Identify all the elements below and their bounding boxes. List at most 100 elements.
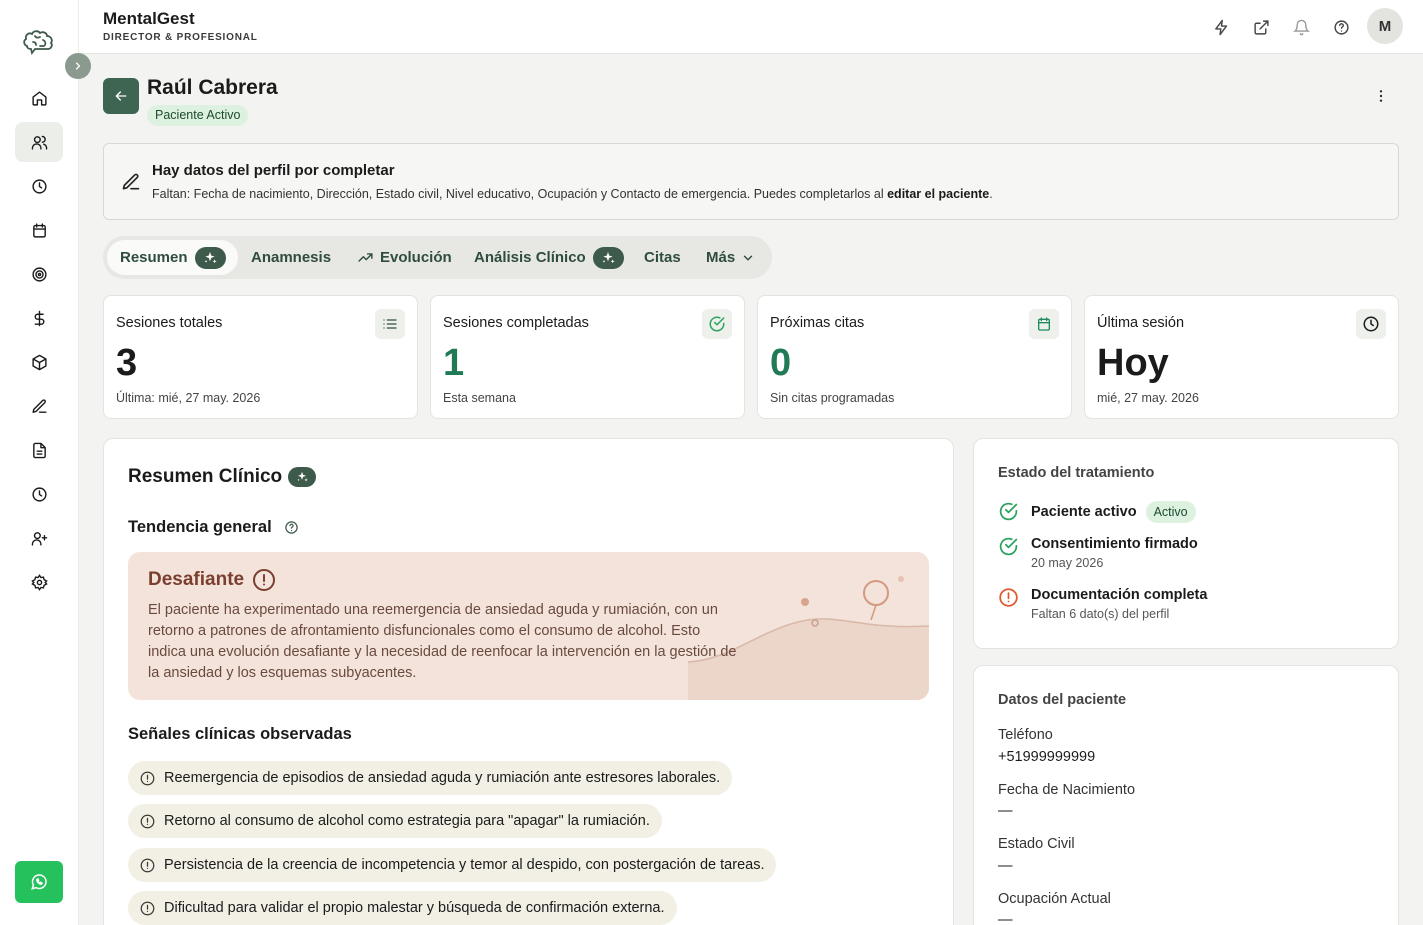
notifications-button[interactable] (1289, 15, 1313, 39)
patient-tabs: Resumen Anamnesis Evolución Análisis Clí… (103, 236, 772, 279)
ai-sparkle-icon (288, 467, 317, 487)
clinical-signal-item: Dificultad para validar el propio malest… (128, 891, 677, 925)
tab-resumen[interactable]: Resumen (107, 240, 238, 275)
profile-incomplete-notice: Hay datos del perfil por completar Falta… (103, 143, 1399, 220)
tab-analisis-clinico[interactable]: Análisis Clínico (474, 240, 624, 275)
chevron-down-icon (743, 255, 753, 261)
app-role: DIRECTOR & PROFESIONAL (103, 32, 258, 43)
tab-label: Resumen (120, 249, 188, 266)
trend-box: Desafiante El paciente ha experimentado … (128, 552, 929, 700)
stat-value: 0 (770, 342, 792, 384)
clinical-signal-item: Reemergencia de episodios de ansiedad ag… (128, 761, 733, 795)
app-name: MentalGest (103, 9, 195, 28)
sidebar-item-calendar[interactable] (15, 210, 63, 250)
whatsapp-button[interactable] (15, 861, 63, 903)
clock-icon (31, 178, 47, 194)
stat-value: Hoy (1097, 342, 1169, 384)
status-badge: Paciente Activo (147, 105, 249, 126)
field-label-phone: Teléfono (998, 727, 1053, 743)
pen-line-icon (122, 173, 140, 190)
more-options-button[interactable] (1369, 84, 1393, 108)
status-label: Documentación completa (1031, 587, 1208, 603)
brain-logo-icon[interactable] (21, 28, 57, 56)
stat-card-last-session: Última sesión Hoy mié, 27 may. 2026 (1084, 295, 1399, 419)
alert-circle-icon (140, 771, 155, 785)
edit-patient-link[interactable]: editar el paciente (887, 187, 989, 201)
trend-title-text: Tendencia general (128, 518, 272, 536)
zap-icon (1214, 19, 1227, 35)
stat-sub: Esta semana (443, 391, 516, 405)
sidebar-item-patients[interactable] (15, 122, 63, 162)
clinical-signal-item: Persistencia de la creencia de incompete… (128, 848, 777, 882)
help-icon[interactable] (284, 520, 299, 535)
sidebar-item-finance[interactable] (15, 298, 63, 338)
field-label-occupation: Ocupación Actual (998, 891, 1111, 907)
trend-label: Desafiante (148, 568, 276, 592)
tab-evolucion[interactable]: Evolución (357, 240, 452, 275)
stat-title: Próximas citas (770, 315, 865, 331)
patient-data-title: Datos del paciente (998, 692, 1127, 708)
users-icon (31, 135, 47, 150)
notice-text-body: Faltan: Fecha de nacimiento, Dirección, … (152, 187, 888, 201)
whatsapp-icon (31, 874, 47, 890)
signals-title: Señales clínicas observadas (128, 725, 352, 743)
open-external-button[interactable] (1249, 15, 1273, 39)
signal-text: Retorno al consumo de alcohol como estra… (164, 813, 650, 829)
pen-icon (31, 398, 47, 413)
check-circle-icon (999, 537, 1018, 556)
sidebar-item-home[interactable] (15, 78, 63, 118)
package-icon (31, 354, 47, 370)
field-label-birthdate: Fecha de Nacimiento (998, 782, 1136, 798)
status-label: Paciente activo (1031, 504, 1137, 520)
field-value-phone: +51999999999 (998, 749, 1096, 765)
sidebar-collapse-button[interactable] (65, 53, 91, 79)
sidebar-item-goals[interactable] (15, 254, 63, 294)
bell-icon (1292, 19, 1310, 35)
target-icon (31, 266, 47, 282)
sidebar-item-sessions[interactable] (15, 166, 63, 206)
tab-anamnesis[interactable]: Anamnesis (251, 240, 331, 275)
list-icon (375, 309, 405, 339)
field-label-civil-status: Estado Civil (998, 836, 1075, 852)
settings-icon (30, 573, 48, 591)
sidebar-item-history[interactable] (15, 474, 63, 514)
notice-text: Faltan: Fecha de nacimiento, Dirección, … (152, 187, 993, 201)
field-value-birthdate: — (998, 803, 1013, 819)
stat-card-upcoming-appointments: Próximas citas 0 Sin citas programadas (757, 295, 1072, 419)
trend-description: El paciente ha experimentado una reemerg… (148, 602, 737, 681)
stat-title: Última sesión (1097, 315, 1185, 331)
help-icon (1333, 19, 1349, 35)
stat-value: 1 (443, 342, 465, 384)
notice-text-end: . (989, 187, 993, 201)
stat-sub: Sin citas programadas (770, 391, 895, 405)
sidebar-item-add-user[interactable] (15, 518, 63, 558)
sidebar-item-inventory[interactable] (15, 342, 63, 382)
notice-title: Hay datos del perfil por completar (152, 162, 395, 179)
document-icon (32, 442, 46, 458)
sidebar-item-documents[interactable] (15, 430, 63, 470)
tab-mas[interactable]: Más (706, 240, 755, 275)
trend-label-text: Desafiante (148, 569, 245, 590)
sidebar-item-notes[interactable] (15, 386, 63, 426)
topbar: MentalGest DIRECTOR & PROFESIONAL M (79, 0, 1423, 54)
user-plus-icon (31, 531, 47, 546)
stat-value: 3 (116, 342, 138, 384)
avatar[interactable]: M (1367, 8, 1403, 44)
arrow-left-icon (115, 91, 127, 101)
status-item-active: Paciente activo Activo (998, 501, 1196, 523)
help-button[interactable] (1329, 15, 1353, 39)
tab-citas[interactable]: Citas (644, 240, 681, 275)
ai-sparkle-icon (194, 246, 226, 269)
quick-actions-button[interactable] (1209, 15, 1233, 39)
back-button[interactable] (103, 78, 139, 114)
patient-data-card: Datos del paciente Teléfono +51999999999… (973, 665, 1399, 925)
dollar-icon (34, 310, 44, 326)
treatment-status-card: Estado del tratamiento Paciente activo Ac… (973, 438, 1399, 649)
stat-sub: Última: mié, 27 may. 2026 (116, 391, 261, 405)
calendar-icon (32, 222, 46, 238)
trending-up-icon (358, 253, 373, 262)
sidebar-item-settings[interactable] (15, 562, 63, 602)
clock-icon (1356, 309, 1386, 339)
clinical-summary-title: Resumen Clínico (128, 466, 317, 488)
stat-sub: mié, 27 may. 2026 (1097, 391, 1199, 405)
